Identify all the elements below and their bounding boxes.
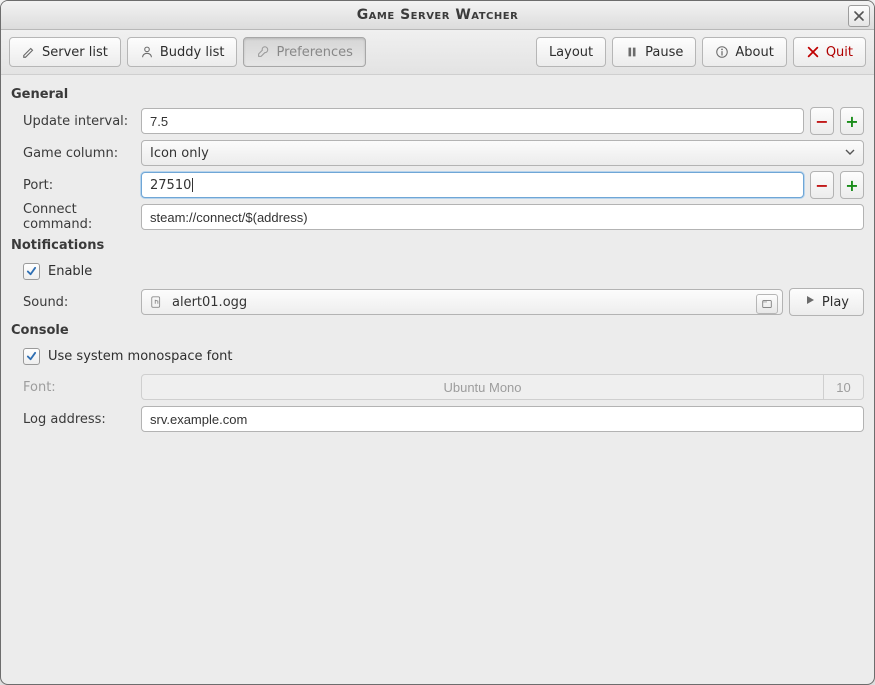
font-label: Font: xyxy=(11,380,141,395)
audio-file-icon xyxy=(150,295,164,309)
quit-button[interactable]: Quit xyxy=(793,37,866,67)
wrench-icon xyxy=(256,45,270,59)
update-interval-label: Update interval: xyxy=(11,114,141,129)
server-list-label: Server list xyxy=(42,45,108,60)
layout-label: Layout xyxy=(549,45,593,60)
quit-icon xyxy=(806,45,820,59)
port-label: Port: xyxy=(11,178,141,193)
sound-file-browse[interactable] xyxy=(756,294,778,314)
preferences-panel: General Update interval: − + Game column… xyxy=(1,75,874,684)
update-interval-input[interactable] xyxy=(141,108,804,134)
about-label: About xyxy=(735,45,773,60)
titlebar: Game Server Watcher xyxy=(1,1,874,30)
game-column-select[interactable]: Icon only xyxy=(141,140,864,166)
check-icon xyxy=(26,266,37,277)
sound-play-button[interactable]: Play xyxy=(789,288,864,316)
about-button[interactable]: About xyxy=(702,37,786,67)
port-value: 27510 xyxy=(150,178,191,193)
port-input[interactable]: 27510 xyxy=(141,172,804,198)
browse-icon xyxy=(761,298,773,310)
font-size-input xyxy=(824,374,864,400)
notifications-enable-label: Enable xyxy=(48,264,92,279)
close-icon xyxy=(854,11,864,21)
person-icon xyxy=(140,45,154,59)
game-column-label: Game column: xyxy=(11,146,141,161)
game-column-value: Icon only xyxy=(150,146,209,161)
log-address-label: Log address: xyxy=(11,412,141,427)
preferences-button[interactable]: Preferences xyxy=(243,37,365,67)
layout-button[interactable]: Layout xyxy=(536,37,606,67)
group-console-title: Console xyxy=(11,323,864,338)
toolbar: Server list Buddy list Preferences Layou… xyxy=(1,30,874,75)
server-list-button[interactable]: Server list xyxy=(9,37,121,67)
update-interval-decrement[interactable]: − xyxy=(810,107,834,135)
check-icon xyxy=(26,351,37,362)
group-general-title: General xyxy=(11,87,864,102)
buddy-list-button[interactable]: Buddy list xyxy=(127,37,238,67)
pause-label: Pause xyxy=(645,45,683,60)
info-icon xyxy=(715,45,729,59)
buddy-list-label: Buddy list xyxy=(160,45,225,60)
pause-icon xyxy=(625,45,639,59)
play-icon xyxy=(804,294,816,310)
sound-file-name: alert01.ogg xyxy=(172,295,247,310)
pencil-icon xyxy=(22,45,36,59)
pause-button[interactable]: Pause xyxy=(612,37,696,67)
update-interval-increment[interactable]: + xyxy=(840,107,864,135)
use-system-mono-label: Use system monospace font xyxy=(48,349,233,364)
port-decrement[interactable]: − xyxy=(810,171,834,199)
use-system-mono-checkbox[interactable] xyxy=(23,348,40,365)
font-name-input xyxy=(141,374,824,400)
port-increment[interactable]: + xyxy=(840,171,864,199)
quit-label: Quit xyxy=(826,45,853,60)
window-title: Game Server Watcher xyxy=(357,7,519,23)
window-close-button[interactable] xyxy=(848,5,870,27)
log-address-input[interactable] xyxy=(141,406,864,432)
preferences-label: Preferences xyxy=(276,45,352,60)
app-window: Game Server Watcher Server list Buddy li… xyxy=(0,0,875,685)
connect-command-input[interactable] xyxy=(141,204,864,230)
connect-command-label: Connect command: xyxy=(11,202,141,232)
group-notifications-title: Notifications xyxy=(11,238,864,253)
sound-file-chooser[interactable]: alert01.ogg xyxy=(141,289,783,315)
sound-label: Sound: xyxy=(11,295,141,310)
notifications-enable-checkbox[interactable] xyxy=(23,263,40,280)
sound-play-label: Play xyxy=(822,295,849,310)
chevron-down-icon xyxy=(845,146,855,161)
